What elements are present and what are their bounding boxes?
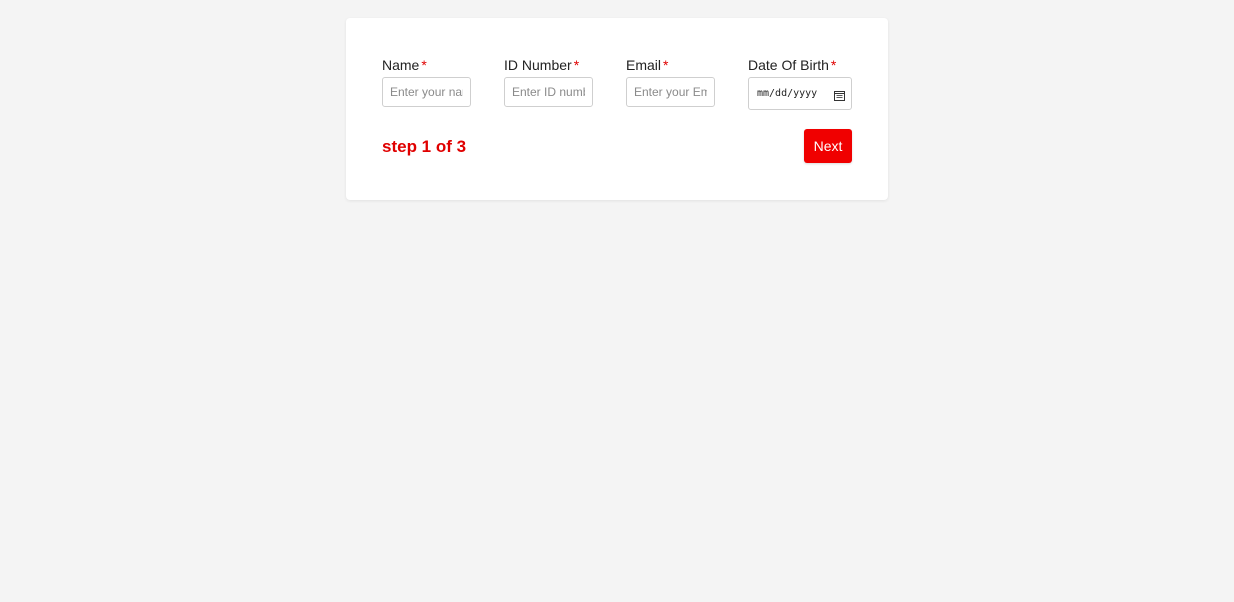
required-mark: * — [663, 57, 669, 73]
step-indicator: step 1 of 3 — [382, 137, 467, 156]
required-mark: * — [573, 57, 580, 73]
dob-field-group: Date Of Birth * mm/dd/yyyy — [748, 56, 852, 110]
dob-label: Date Of Birth * — [748, 56, 852, 74]
name-label: Name * — [382, 56, 471, 74]
required-mark: * — [830, 57, 837, 73]
calendar-icon[interactable] — [834, 88, 845, 101]
dob-label-text: Date Of Birth — [748, 57, 829, 73]
email-field-group: Email * — [626, 56, 715, 110]
next-button[interactable]: Next — [804, 129, 852, 163]
id-number-input[interactable] — [504, 77, 593, 107]
email-label-text: Email — [626, 57, 662, 73]
form-fields-row: Name* ID Number* Email* Date Of Birth* — [382, 56, 852, 110]
id-number-label: ID Number * — [504, 56, 593, 74]
form-card: Name* ID Number* Email* Date Of Birth* — [346, 18, 888, 200]
required-mark: * — [421, 57, 427, 73]
dob-date-format: mm/dd/yyyy — [757, 88, 818, 99]
name-label-text: Name — [382, 57, 420, 73]
id-number-label-text: ID Number — [504, 57, 572, 73]
id-number-field-group: ID Number * — [504, 56, 593, 110]
email-input[interactable] — [626, 77, 715, 107]
email-label: Email * — [626, 56, 715, 74]
name-field-group: Name * — [382, 56, 471, 110]
dob-date-input[interactable]: mm/dd/yyyy — [748, 77, 852, 110]
name-input[interactable] — [382, 77, 471, 107]
